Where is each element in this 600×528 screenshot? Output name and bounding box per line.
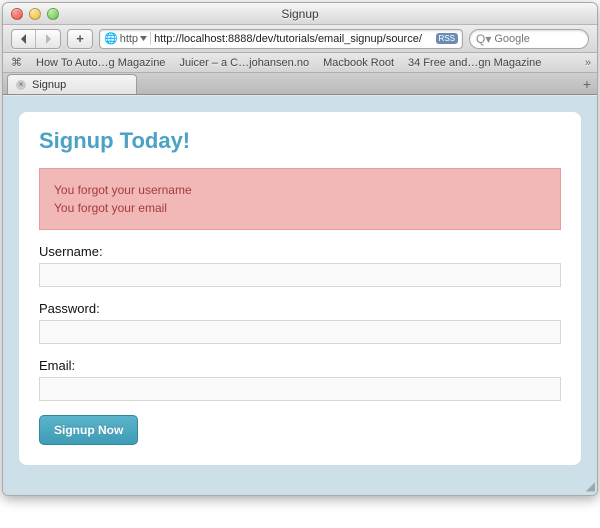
rss-icon[interactable]: RSS	[436, 33, 458, 44]
scheme-label: http	[120, 33, 138, 45]
error-message: You forgot your username	[54, 183, 546, 197]
tab-bar: × Signup +	[3, 73, 597, 95]
forward-icon	[44, 34, 52, 44]
username-input[interactable]	[39, 263, 561, 287]
search-input[interactable]	[494, 33, 598, 45]
close-tab-button[interactable]: ×	[16, 80, 26, 90]
address-bar[interactable]: 🌐 http RSS	[99, 29, 463, 49]
scheme-select[interactable]: 🌐 http	[104, 32, 151, 45]
search-bar[interactable]: Q▾	[469, 29, 589, 49]
forward-button[interactable]	[36, 30, 60, 48]
reload-button[interactable]: +	[67, 29, 93, 49]
bookmark-item[interactable]: 34 Free and…gn Magazine	[408, 57, 541, 69]
field-username: Username:	[39, 244, 561, 287]
bookmark-item[interactable]: Macbook Root	[323, 57, 394, 69]
password-input[interactable]	[39, 320, 561, 344]
browser-window: Signup + 🌐 http RSS Q▾ ⌘	[2, 2, 598, 496]
url-input[interactable]	[154, 33, 435, 45]
chevron-down-icon	[140, 36, 147, 41]
email-label: Email:	[39, 358, 561, 373]
resize-handle-icon[interactable]: ◢	[586, 479, 595, 493]
bookmarks-overflow-button[interactable]: »	[585, 57, 591, 69]
signup-button[interactable]: Signup Now	[39, 415, 138, 445]
toolbar: + 🌐 http RSS Q▾	[3, 25, 597, 53]
field-email: Email:	[39, 358, 561, 401]
nav-buttons	[11, 29, 61, 49]
window-title: Signup	[3, 7, 597, 21]
titlebar: Signup	[3, 3, 597, 25]
new-tab-button[interactable]: +	[583, 76, 591, 92]
search-icon: Q▾	[476, 32, 491, 46]
password-label: Password:	[39, 301, 561, 316]
bookmark-item[interactable]: Juicer – a C…johansen.no	[179, 57, 309, 69]
field-password: Password:	[39, 301, 561, 344]
error-message: You forgot your email	[54, 201, 546, 215]
back-icon	[20, 34, 28, 44]
tab-signup[interactable]: × Signup	[7, 74, 137, 94]
page-heading: Signup Today!	[39, 128, 561, 154]
reload-icon: +	[76, 31, 84, 46]
bookmarks-icon[interactable]: ⌘	[11, 56, 22, 69]
bookmark-item[interactable]: How To Auto…g Magazine	[36, 57, 165, 69]
bookmarks-bar: ⌘ How To Auto…g Magazine Juicer – a C…jo…	[3, 53, 597, 73]
email-input[interactable]	[39, 377, 561, 401]
error-box: You forgot your username You forgot your…	[39, 168, 561, 230]
back-button[interactable]	[12, 30, 36, 48]
globe-icon: 🌐	[104, 32, 118, 45]
signup-card: Signup Today! You forgot your username Y…	[19, 112, 581, 465]
username-label: Username:	[39, 244, 561, 259]
tab-label: Signup	[32, 79, 66, 91]
page-viewport: Signup Today! You forgot your username Y…	[3, 95, 597, 495]
